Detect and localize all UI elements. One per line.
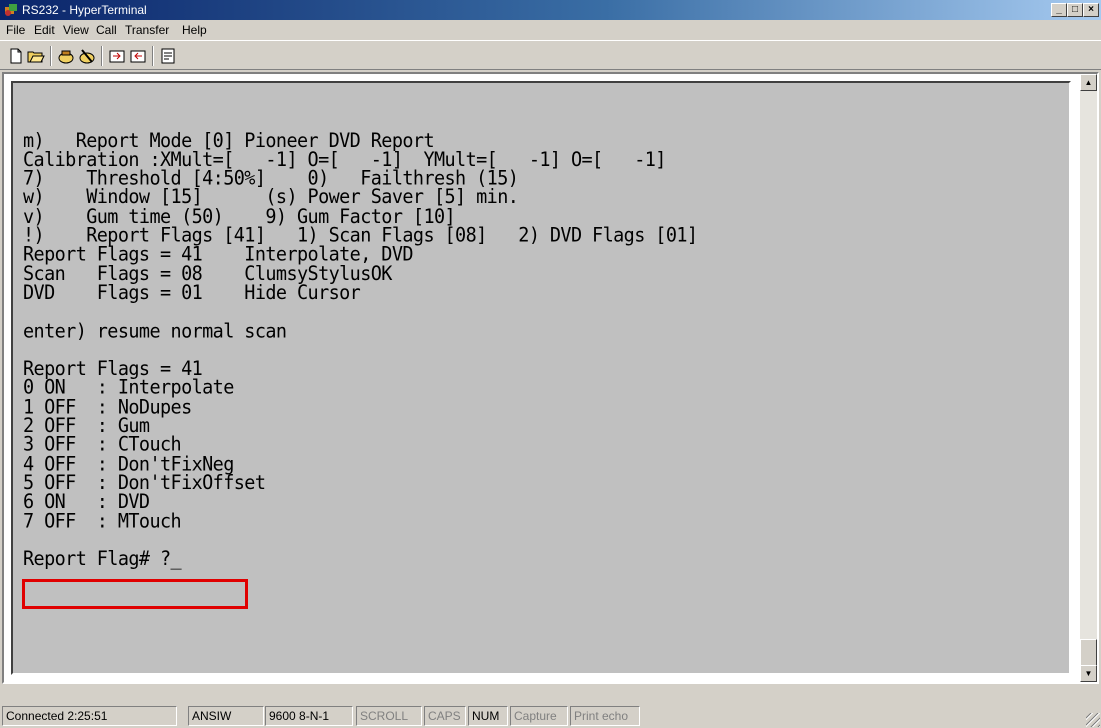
status-scroll: SCROLL bbox=[356, 706, 422, 726]
status-bar: Connected 2:25:51 ANSIW 9600 8-N-1 SCROL… bbox=[0, 705, 1101, 728]
title-bar: RS232 - HyperTerminal _ □ × bbox=[0, 0, 1101, 20]
terminal-line: 6 ON : DVD bbox=[23, 491, 150, 514]
terminal-line: DVD Flags = 01 Hide Cursor bbox=[23, 282, 361, 305]
menu-transfer[interactable]: Transfer bbox=[125, 23, 169, 37]
toolbar-separator bbox=[50, 46, 52, 66]
toolbar bbox=[0, 40, 1101, 70]
status-emulation: ANSIW bbox=[188, 706, 264, 726]
menu-call[interactable]: Call bbox=[96, 23, 117, 37]
resize-grip[interactable] bbox=[1086, 713, 1100, 727]
menu-bar: File Edit View Call Transfer Help bbox=[0, 20, 1101, 40]
maximize-button[interactable]: □ bbox=[1067, 3, 1083, 17]
scroll-thumb[interactable] bbox=[1080, 639, 1097, 666]
status-capture: Capture bbox=[510, 706, 568, 726]
send-icon[interactable] bbox=[107, 46, 127, 66]
toolbar-separator bbox=[101, 46, 103, 66]
terminal-line: enter) resume normal scan bbox=[23, 320, 287, 343]
window-title: RS232 - HyperTerminal bbox=[22, 3, 147, 17]
disconnect-icon[interactable] bbox=[77, 46, 97, 66]
terminal-line: Report Flags = 41 Interpolate, DVD bbox=[23, 244, 414, 266]
menu-view[interactable]: View bbox=[63, 23, 89, 37]
scroll-down-arrow[interactable]: ▼ bbox=[1080, 665, 1097, 682]
menu-file[interactable]: File bbox=[6, 23, 25, 37]
menu-help[interactable]: Help bbox=[182, 23, 207, 37]
connect-icon[interactable] bbox=[56, 46, 76, 66]
minimize-button[interactable]: _ bbox=[1051, 3, 1067, 17]
status-print-echo: Print echo bbox=[570, 706, 640, 726]
new-icon[interactable] bbox=[6, 46, 26, 66]
terminal-background: m) Report Mode [0] Pioneer DVD Report Cal… bbox=[4, 74, 1080, 682]
status-caps: CAPS bbox=[424, 706, 466, 726]
dvd-flag-highlight bbox=[22, 579, 248, 609]
terminal-line: w) Window [15] (s) Power Saver [5] min. bbox=[23, 187, 519, 209]
properties-icon[interactable] bbox=[158, 46, 178, 66]
menu-edit[interactable]: Edit bbox=[34, 23, 55, 37]
close-button[interactable]: × bbox=[1083, 3, 1099, 17]
terminal-output: m) Report Mode [0] Pioneer DVD Report Cal… bbox=[23, 94, 698, 571]
vertical-scrollbar[interactable]: ▲ ▼ bbox=[1080, 74, 1097, 682]
status-num: NUM bbox=[468, 706, 508, 726]
receive-icon[interactable] bbox=[128, 46, 148, 66]
terminal-line: 3 OFF : CTouch bbox=[23, 434, 182, 457]
status-settings: 9600 8-N-1 bbox=[265, 706, 353, 726]
open-icon[interactable] bbox=[26, 46, 46, 66]
terminal-frame: m) Report Mode [0] Pioneer DVD Report Cal… bbox=[2, 72, 1099, 684]
terminal-line: Report Flag# ?_ bbox=[23, 548, 182, 571]
hyperterminal-icon bbox=[5, 4, 17, 16]
terminal-line: 0 ON : Interpolate bbox=[23, 377, 234, 400]
status-connected: Connected 2:25:51 bbox=[2, 706, 177, 726]
toolbar-separator bbox=[152, 46, 154, 66]
scroll-up-arrow[interactable]: ▲ bbox=[1080, 74, 1097, 91]
terminal-line: 7 OFF : MTouch bbox=[23, 510, 182, 533]
terminal-screen[interactable]: m) Report Mode [0] Pioneer DVD Report Cal… bbox=[11, 81, 1071, 675]
